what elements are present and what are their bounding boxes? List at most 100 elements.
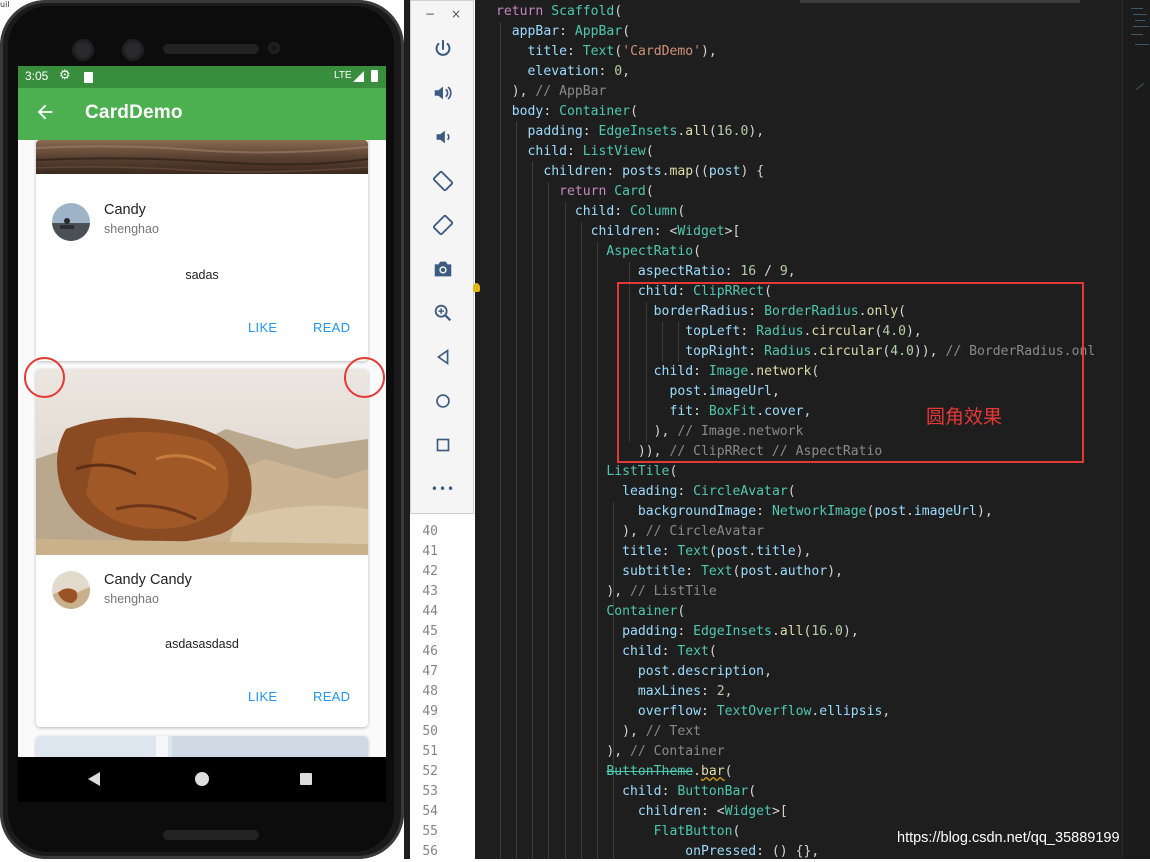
code-line: child: Column( (574, 204, 686, 219)
nav-back-icon[interactable] (88, 772, 100, 786)
app-bar: CardDemo (18, 88, 386, 140)
code-line: appBar: AppBar( (511, 24, 631, 39)
camera-icon (434, 261, 452, 277)
line-number: 45 (422, 624, 438, 639)
line-number: 52 (422, 764, 438, 779)
corner-highlight-right (344, 357, 385, 398)
code-line: child: Text( (622, 644, 717, 659)
code-line: body: Container( (511, 104, 638, 119)
card-image (36, 736, 368, 757)
line-number: 41 (422, 544, 438, 559)
lightbulb-icon[interactable] (473, 283, 480, 292)
code-line: ), // CircleAvatar (496, 524, 765, 539)
more-icon[interactable]: ••• (431, 477, 455, 501)
post-card: Candy Candy shenghao asdasasdasd LIKE RE… (36, 369, 368, 727)
code-line: padding: EdgeInsets.all(16.0), (527, 124, 765, 139)
read-button[interactable]: READ (313, 689, 350, 704)
post-list[interactable]: Candy shenghao sadas LIKE READ Candy Can… (18, 140, 386, 757)
minimap-line (1131, 8, 1143, 9)
avatar (52, 571, 90, 609)
back-arrow-icon[interactable] (34, 101, 56, 123)
code-line: leading: CircleAvatar( (622, 484, 796, 499)
rotate-left-button[interactable] (431, 169, 455, 193)
code-line: FlatButton( (653, 824, 741, 839)
card-author: shenghao (104, 592, 159, 606)
watermark: https://blog.csdn.net/qq_35889199 (897, 830, 1120, 846)
editor-top-panel (800, 0, 1080, 3)
card-description: asdasasdasd (165, 637, 239, 651)
phone-frame: 3:05 ⚙ LTE CardDemo Candy shenghao sadas… (0, 0, 404, 859)
phone-screen: 3:05 ⚙ LTE CardDemo Candy shenghao sadas… (18, 66, 386, 802)
home-icon (436, 394, 450, 408)
code-line: child: ButtonBar( (622, 784, 757, 799)
code-line: return Scaffold( (496, 4, 623, 19)
volume-up-button[interactable] (431, 81, 455, 105)
status-time: 3:05 (25, 69, 49, 83)
nav-recents-icon[interactable] (300, 773, 312, 785)
close-button[interactable]: × (451, 7, 461, 21)
rotate-right-button[interactable] (431, 213, 455, 237)
signal-icon (353, 71, 364, 82)
back-icon (436, 348, 449, 366)
zoom-icon (434, 304, 452, 322)
like-button[interactable]: LIKE (248, 320, 277, 335)
card-title: Candy (104, 202, 146, 218)
post-card (36, 736, 368, 757)
code-line: ListTile( (606, 464, 678, 479)
line-number: 55 (422, 824, 438, 839)
minimize-button[interactable]: − (425, 7, 435, 21)
emulator-toolbar: − × ••• (410, 0, 474, 514)
line-number: 49 (422, 704, 438, 719)
code-line: title: Text('CardDemo'), (527, 44, 717, 59)
overview-button[interactable] (431, 433, 455, 457)
read-button[interactable]: READ (313, 320, 350, 335)
line-number: 48 (422, 684, 438, 699)
card-image (36, 140, 368, 174)
corner-text: uil (0, 0, 10, 9)
line-number: 44 (422, 604, 438, 619)
code-line: return Card( (559, 184, 654, 199)
power-icon (435, 39, 451, 56)
code-line: ButtonTheme.bar( (606, 764, 733, 779)
code-line: children: posts.map((post) { (543, 164, 765, 179)
back-button[interactable] (431, 345, 455, 369)
sd-card-icon (84, 72, 93, 83)
app-title: CardDemo (85, 102, 183, 123)
battery-icon (371, 70, 378, 82)
minimap[interactable] (1122, 0, 1150, 859)
minimap-line (1133, 14, 1147, 15)
line-number: 53 (422, 784, 438, 799)
minimap-line (1135, 44, 1149, 45)
card-description: sadas (185, 268, 219, 282)
code-line: padding: EdgeInsets.all(16.0), (622, 624, 859, 639)
code-line: title: Text(post.title), (622, 544, 812, 559)
power-button[interactable] (431, 37, 455, 61)
code-line: backgroundImage: NetworkImage(post.image… (637, 504, 993, 519)
lte-indicator: LTE (334, 70, 352, 81)
code-line: post.description, (637, 664, 772, 679)
corner-strip: uil (0, 0, 12, 12)
status-bar: 3:05 ⚙ LTE (18, 66, 386, 88)
line-number: 42 (422, 564, 438, 579)
like-button[interactable]: LIKE (248, 689, 277, 704)
proximity-sensor (268, 42, 280, 54)
minimap-line (1135, 20, 1145, 21)
code-line: ), // AppBar (496, 84, 607, 99)
code-line: aspectRatio: 16 / 9, (637, 264, 796, 279)
code-line: overflow: TextOverflow.ellipsis, (637, 704, 891, 719)
minimap-line (1135, 82, 1145, 91)
nav-home-icon[interactable] (195, 772, 209, 786)
home-button[interactable] (431, 389, 455, 413)
post-card: Candy shenghao sadas LIKE READ (36, 140, 368, 361)
screenshot-button[interactable] (431, 257, 455, 281)
volume-down-button[interactable] (431, 125, 455, 149)
code-line: onPressed: () {}, (685, 844, 820, 859)
rotate-left-icon (432, 170, 454, 192)
card-author: shenghao (104, 222, 159, 236)
code-line: AspectRatio( (606, 244, 701, 259)
zoom-button[interactable] (431, 301, 455, 325)
annotation-label: 圆角效果 (926, 406, 1003, 428)
rotate-right-icon (432, 214, 454, 236)
avatar (52, 203, 90, 241)
code-line: ), // ListTile (496, 584, 717, 599)
